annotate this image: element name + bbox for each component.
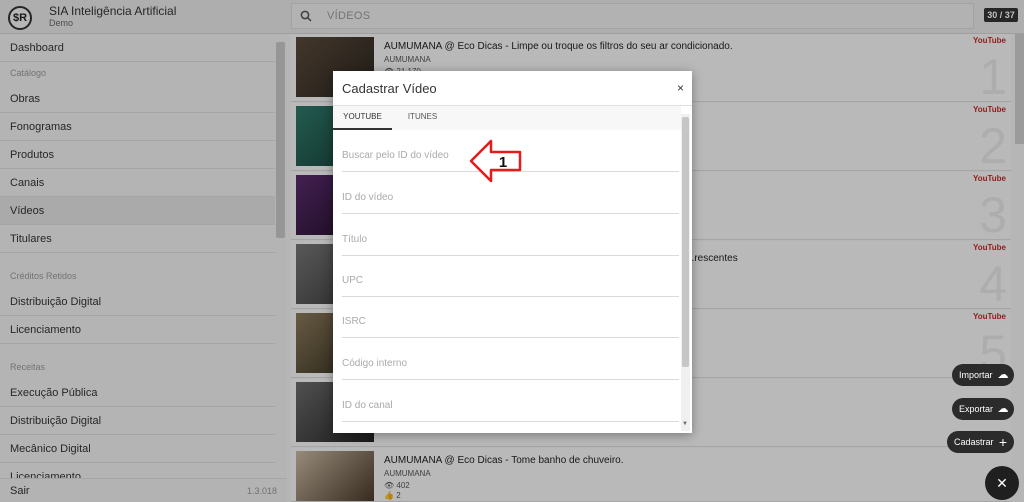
dialog-scrollbar-thumb[interactable] — [682, 117, 689, 367]
fab-close-button[interactable]: ✕ — [985, 466, 1019, 500]
tab-itunes[interactable]: ITUNES — [392, 106, 453, 130]
register-label: Cadastrar — [954, 437, 994, 447]
cloud-upload-icon: ☁ — [994, 366, 1012, 384]
register-video-dialog: Cadastrar Vídeo × YOUTUBE ITUNES ▼ — [333, 71, 692, 433]
register-button[interactable]: Cadastrar + — [947, 431, 1014, 453]
scroll-down-arrow-icon[interactable]: ▼ — [682, 421, 688, 427]
annotation-label: 1 — [499, 154, 507, 171]
export-label: Exportar — [959, 404, 994, 414]
import-button[interactable]: Importar ☁ — [952, 364, 1014, 386]
upc-input[interactable] — [342, 275, 672, 286]
dialog-title: Cadastrar Vídeo — [342, 81, 437, 96]
tab-youtube[interactable]: YOUTUBE — [333, 106, 392, 130]
close-icon: ✕ — [996, 475, 1008, 491]
import-label: Importar — [959, 370, 993, 380]
title-input[interactable] — [342, 234, 672, 245]
internal-code-input[interactable] — [342, 358, 672, 369]
upc-field[interactable] — [342, 267, 679, 297]
title-field[interactable] — [342, 226, 679, 256]
dialog-tabs: YOUTUBE ITUNES — [333, 106, 681, 130]
isrc-input[interactable] — [342, 316, 672, 327]
channel-id-field[interactable] — [342, 392, 679, 422]
cloud-download-icon: ☁ — [994, 400, 1012, 418]
close-icon[interactable]: × — [677, 81, 684, 95]
plus-icon: + — [994, 433, 1012, 451]
annotation-arrow-icon: 1 — [469, 139, 522, 183]
video-id-field[interactable] — [342, 184, 679, 214]
channel-id-input[interactable] — [342, 400, 672, 411]
internal-code-field[interactable] — [342, 350, 679, 380]
export-button[interactable]: Exportar ☁ — [952, 398, 1014, 420]
video-id-input[interactable] — [342, 192, 672, 203]
isrc-field[interactable] — [342, 308, 679, 338]
